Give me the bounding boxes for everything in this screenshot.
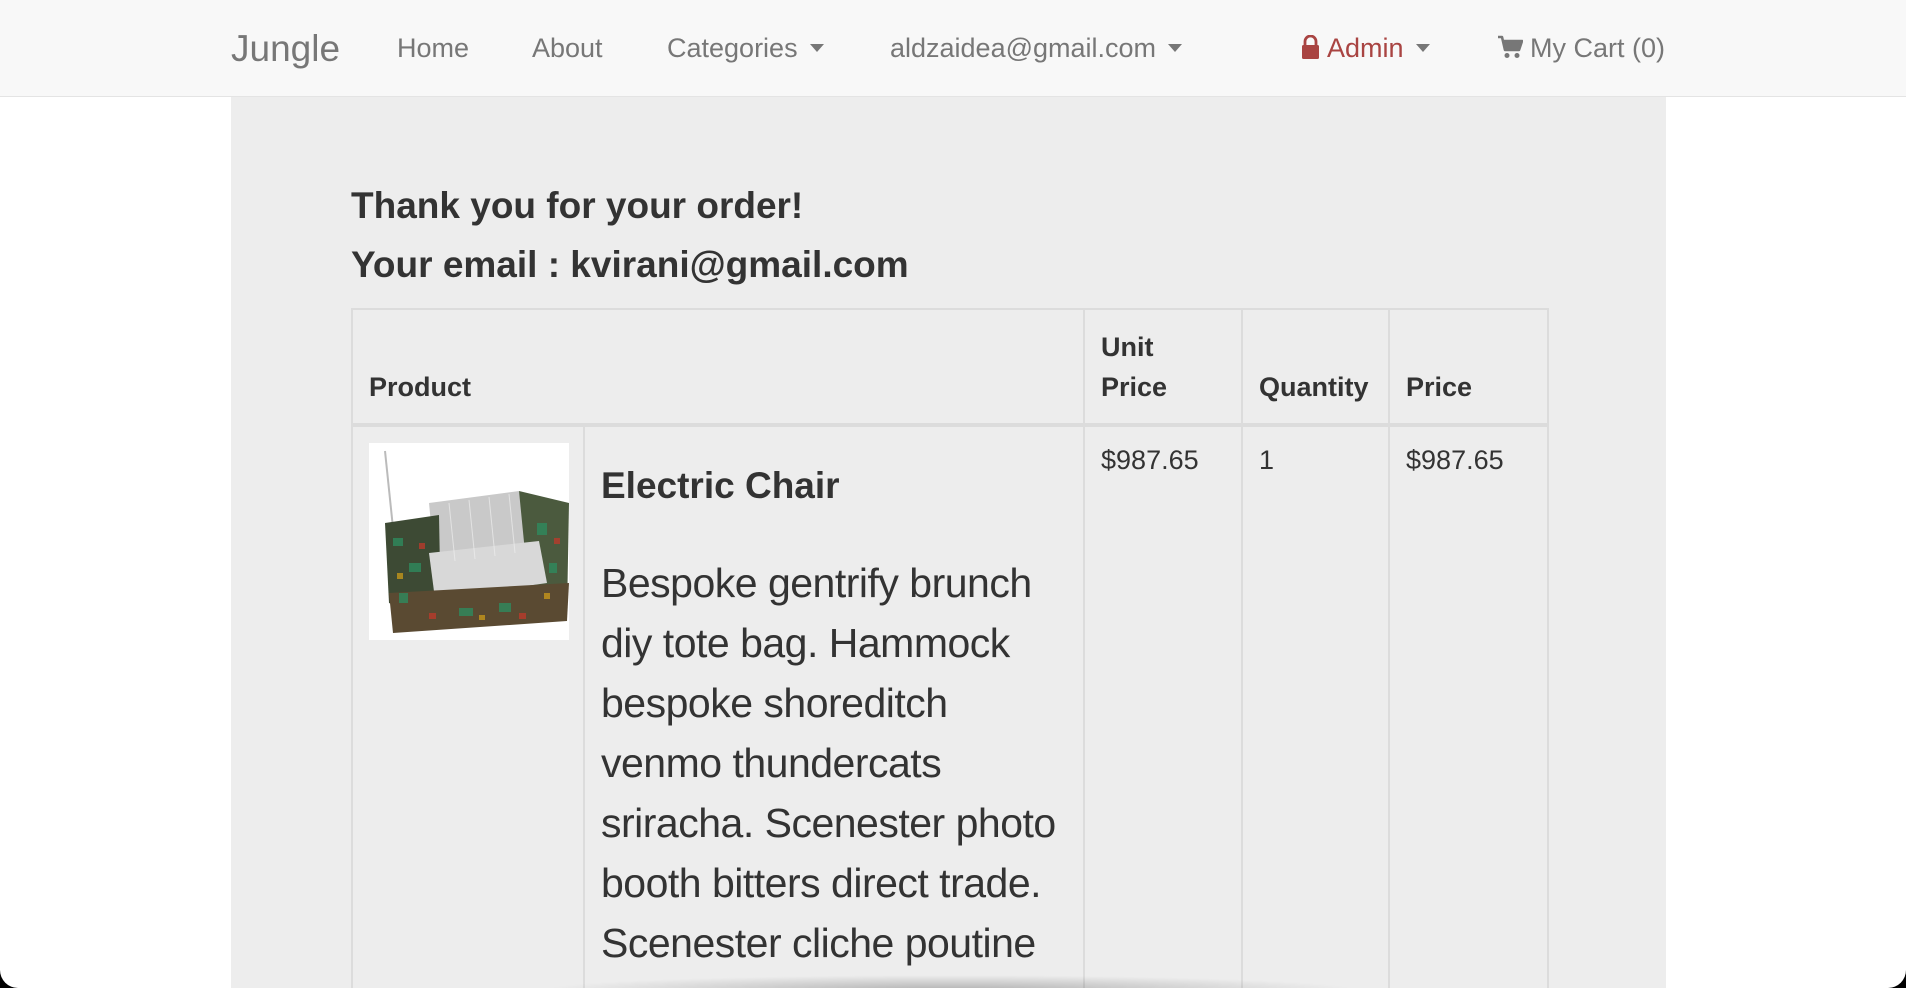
order-email-heading: Your email : kvirani@gmail.com <box>351 244 909 285</box>
order-thanks-heading: Thank you for your order! <box>351 185 804 226</box>
product-image <box>369 443 569 640</box>
unit-price-cell: $987.65 <box>1083 424 1244 988</box>
header-unit-price: Unit Price <box>1083 308 1244 426</box>
nav-home-link[interactable]: Home <box>397 0 469 97</box>
nav-user-email: aldzaidea@gmail.com <box>890 33 1157 63</box>
caret-down-icon <box>1415 43 1430 52</box>
caret-down-icon <box>809 43 824 52</box>
lock-icon <box>1302 34 1319 59</box>
product-image-cell <box>351 424 585 988</box>
product-name: Electric Chair <box>601 465 840 506</box>
table-row: Electric Chair Bespoke gentrify brunch d… <box>351 424 1550 988</box>
table-header-row: Product Unit Price Quantity Price <box>350 308 1550 426</box>
cart-icon <box>1498 35 1523 58</box>
nav-admin-dropdown[interactable]: Admin <box>1302 0 1430 97</box>
quantity-cell: 1 <box>1241 424 1391 988</box>
browser-viewport: Jungle Home About Categories aldzaidea@g… <box>0 0 1906 988</box>
price-cell: $987.65 <box>1388 424 1550 988</box>
nav-categories-dropdown[interactable]: Categories <box>667 0 824 97</box>
nav-cart-link[interactable]: My Cart (0) <box>1497 0 1665 97</box>
nav-user-dropdown[interactable]: aldzaidea@gmail.com <box>890 0 1183 97</box>
product-info-cell: Electric Chair Bespoke gentrify brunch d… <box>582 424 1086 988</box>
order-page: Thank you for your order! Your email : k… <box>231 97 1666 988</box>
header-product: Product <box>350 308 1086 426</box>
brand-link[interactable]: Jungle <box>231 0 340 97</box>
nav-admin-label: Admin <box>1327 33 1404 63</box>
header-quantity: Quantity <box>1241 308 1391 426</box>
nav-cart-label: My Cart (0) <box>1530 33 1665 63</box>
nav-about-link[interactable]: About <box>532 0 603 97</box>
scroll-shadow <box>540 975 1360 988</box>
order-table: Product Unit Price Quantity Price Electr… <box>350 308 1550 988</box>
caret-down-icon <box>1168 43 1183 52</box>
nav-categories-label: Categories <box>667 33 798 63</box>
header-price: Price <box>1388 308 1550 426</box>
navbar: Jungle Home About Categories aldzaidea@g… <box>0 0 1906 97</box>
product-description: Bespoke gentrify brunch diy tote bag. Ha… <box>601 560 1056 966</box>
